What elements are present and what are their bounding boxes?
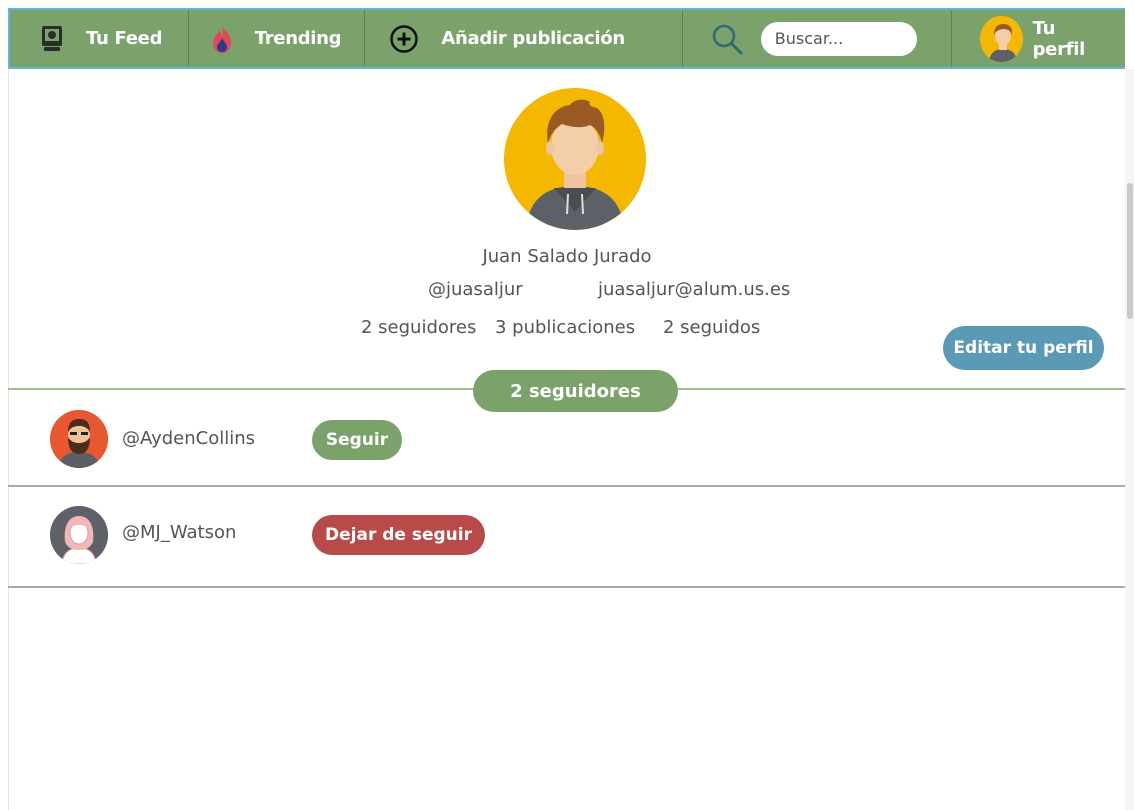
follower-handle[interactable]: @AydenCollins	[122, 428, 255, 449]
monitor-icon	[40, 25, 64, 53]
profile-handle: @juasaljur	[428, 279, 523, 300]
nav-feed[interactable]: Tu Feed	[10, 10, 189, 67]
avatar[interactable]	[50, 410, 108, 468]
nav-profile-label: Tu perfil	[1032, 17, 1086, 60]
posts-count[interactable]: 3 publicaciones	[495, 317, 635, 338]
plus-circle-icon	[389, 24, 419, 54]
flame-icon	[211, 24, 233, 54]
search-input[interactable]	[760, 21, 917, 56]
nav-search	[683, 10, 953, 67]
nav-add-label: Añadir publicación	[441, 28, 625, 49]
nav-profile[interactable]: Tu perfil	[952, 10, 1125, 67]
scrollbar-track[interactable]	[1125, 69, 1134, 810]
list-item: @AydenCollins Seguir	[8, 391, 1125, 487]
scrollbar-thumb[interactable]	[1127, 183, 1133, 319]
follower-handle[interactable]: @MJ_Watson	[122, 522, 236, 543]
avatar[interactable]	[50, 506, 108, 564]
search-icon[interactable]	[711, 23, 743, 55]
edit-profile-button[interactable]: Editar tu perfil	[943, 326, 1104, 370]
nav-trending[interactable]: Trending	[189, 10, 366, 67]
profile-email: juasaljur@alum.us.es	[598, 279, 791, 300]
avatar	[980, 15, 1023, 62]
nav-trending-label: Trending	[254, 28, 342, 49]
profile-avatar	[504, 88, 646, 230]
followers-count[interactable]: 2 seguidores	[361, 317, 476, 338]
profile-name: Juan Salado Jurado	[482, 246, 652, 267]
top-navbar: Tu Feed Trending Añadir publicación Busc…	[8, 8, 1125, 69]
unfollow-button[interactable]: Dejar de seguir	[312, 515, 485, 555]
nav-feed-label: Tu Feed	[86, 28, 163, 49]
list-item: @MJ_Watson Dejar de seguir	[8, 488, 1125, 588]
following-count[interactable]: 2 seguidos	[663, 317, 760, 338]
nav-add-post[interactable]: Añadir publicación	[365, 10, 683, 67]
follow-button[interactable]: Seguir	[312, 420, 402, 460]
